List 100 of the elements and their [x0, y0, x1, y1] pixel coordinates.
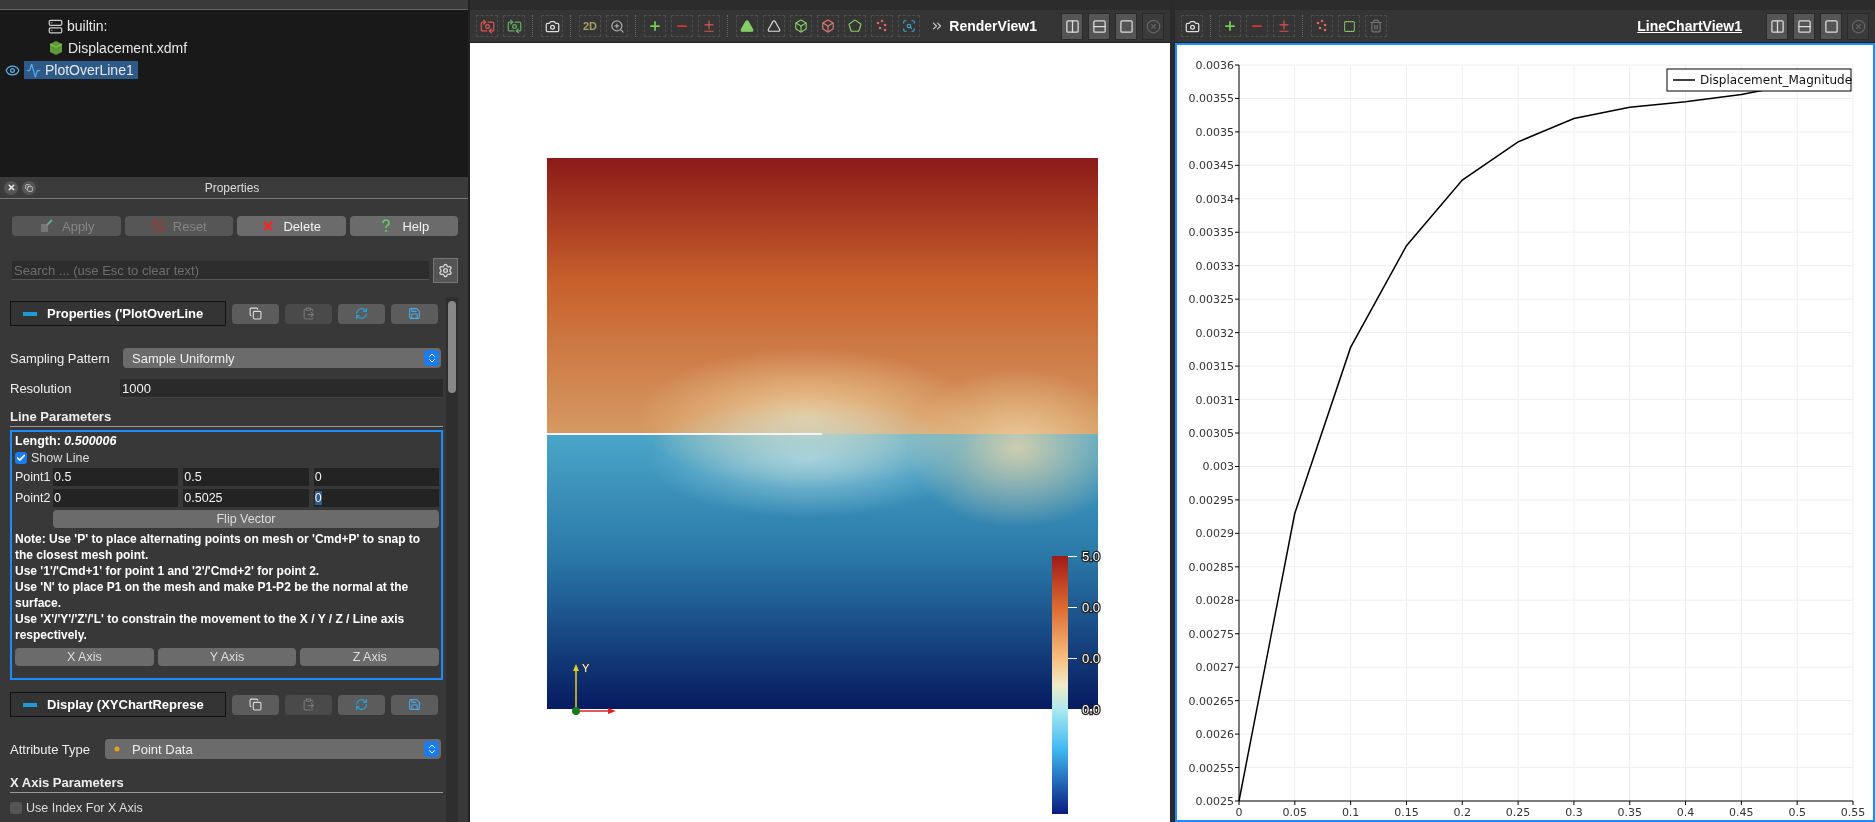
- cube-icon: [794, 19, 808, 33]
- tree-item[interactable]: Displacement.xdmf: [46, 39, 192, 57]
- zoom-box-button[interactable]: [606, 15, 628, 37]
- panel-title: Properties: [203, 180, 261, 195]
- copy-button[interactable]: [232, 303, 279, 324]
- polygon-select-button[interactable]: [844, 15, 866, 37]
- field-label: Resolution: [10, 381, 73, 396]
- split-vertical-button[interactable]: [1088, 12, 1110, 40]
- x-tick-label: 0.25: [1505, 806, 1531, 819]
- maximize-button[interactable]: [1115, 12, 1137, 40]
- copy-icon: [249, 307, 262, 320]
- coordinate-field[interactable]: 0: [53, 489, 179, 507]
- section-header[interactable]: Display (XYChartReprese: [10, 692, 226, 717]
- eye-icon[interactable]: [4, 62, 20, 78]
- axis-button[interactable]: X Axis: [15, 648, 154, 666]
- plus-icon: [648, 19, 662, 33]
- flip-vector-button[interactable]: Flip Vector: [53, 510, 439, 528]
- y-tick-label: 0.0031: [1195, 393, 1234, 407]
- select-box-button[interactable]: [1338, 15, 1360, 37]
- help-button[interactable]: Help: [349, 216, 458, 236]
- square-icon: [1118, 18, 1134, 34]
- screenshot-button[interactable]: [1181, 15, 1203, 37]
- select-points-button[interactable]: [1311, 15, 1333, 37]
- camera-arrows-icon: [479, 18, 495, 34]
- y-tick-label: 0.00285: [1188, 560, 1234, 574]
- copy-button[interactable]: [232, 694, 279, 715]
- search-field[interactable]: Search ... (use Esc to clear text): [12, 261, 429, 280]
- plus-minus-icon: [702, 19, 716, 33]
- y-tick-label: 0.0026: [1195, 728, 1234, 742]
- save-button[interactable]: [391, 303, 438, 324]
- add-button[interactable]: [1219, 15, 1241, 37]
- y-tick-label: 0.00335: [1188, 226, 1234, 240]
- float-button[interactable]: [22, 180, 36, 195]
- y-tick-label: 0.00315: [1188, 360, 1234, 374]
- delete-button[interactable]: Delete: [237, 216, 346, 236]
- sampling-dropdown[interactable]: Sample Uniformly: [123, 348, 441, 368]
- axis-button[interactable]: Y Axis: [157, 648, 297, 666]
- select-points-on-button[interactable]: [871, 15, 893, 37]
- camera-arrows-icon: [506, 18, 522, 34]
- refresh-button[interactable]: [338, 303, 385, 324]
- coordinate-field[interactable]: 0: [313, 489, 439, 507]
- axis-button[interactable]: Z Axis: [300, 648, 439, 666]
- settings-button[interactable]: [433, 258, 458, 283]
- line-plot-icon: [26, 62, 41, 78]
- tree-item[interactable]: builtin:: [46, 17, 112, 35]
- split-vertical-button[interactable]: [1793, 12, 1815, 40]
- screenshot-button[interactable]: [541, 15, 563, 37]
- note-text: Use '1'/'Cmd+1' for point 1 and '2'/'Cmd+2' for point 2.: [15, 563, 321, 579]
- y-tick-label: 0.0032: [1195, 326, 1234, 340]
- cube-icon: [821, 19, 835, 33]
- select-block-button[interactable]: [790, 15, 812, 37]
- paste-icon: [302, 698, 315, 711]
- section-header[interactable]: Properties ('PlotOverLine: [10, 301, 226, 326]
- toggle-button[interactable]: [1273, 15, 1295, 37]
- apply-icon: [38, 218, 54, 234]
- plus-icon: [1223, 19, 1237, 33]
- y-tick-label: 0.00295: [1188, 493, 1234, 507]
- checkbox[interactable]: [15, 452, 27, 464]
- toggle-2d-button[interactable]: 2D: [579, 15, 601, 37]
- tree-item[interactable]: PlotOverLine1: [24, 61, 138, 79]
- coordinate-field[interactable]: 0.5: [53, 468, 179, 486]
- refresh-button[interactable]: [338, 694, 385, 715]
- coordinate-field[interactable]: 0.5025: [183, 489, 309, 507]
- save-button[interactable]: [391, 694, 438, 715]
- select-points-button[interactable]: [763, 15, 785, 37]
- coordinate-field[interactable]: 0.5: [183, 468, 309, 486]
- clear-button[interactable]: [1365, 15, 1387, 37]
- reset-camera-button[interactable]: [476, 15, 498, 37]
- point-label: Point1: [15, 470, 48, 484]
- y-tick-label: 0.0034: [1195, 192, 1234, 206]
- close-icon: [1145, 18, 1161, 34]
- y-tick-label: 0.00275: [1188, 627, 1234, 641]
- search-icon: [902, 19, 916, 33]
- close-icon: [1850, 18, 1866, 34]
- split-horizontal-button[interactable]: [1766, 12, 1788, 40]
- checkbox[interactable]: [10, 802, 22, 814]
- find-points-button[interactable]: [898, 15, 920, 37]
- camera-undo-button[interactable]: [503, 15, 525, 37]
- maximize-button[interactable]: [1820, 12, 1842, 40]
- close-button[interactable]: [4, 180, 18, 195]
- columns-icon: [1769, 18, 1785, 34]
- toggle-button[interactable]: [698, 15, 720, 37]
- gear-icon: [438, 263, 453, 278]
- attribute-dropdown[interactable]: Point Data: [105, 739, 441, 759]
- field-label: Attribute Type: [10, 741, 91, 757]
- checkbox-label: Use Index For X Axis: [26, 801, 143, 815]
- scrollbar[interactable]: [446, 297, 458, 822]
- coordinate-field[interactable]: 0: [313, 468, 439, 486]
- y-tick-label: 0.0029: [1195, 527, 1234, 541]
- resolution-field[interactable]: 1000: [120, 379, 443, 398]
- select-frustum-button[interactable]: [817, 15, 839, 37]
- camera-icon: [1184, 18, 1200, 34]
- select-cells-button[interactable]: [736, 15, 758, 37]
- y-tick-label: 0.00355: [1188, 92, 1234, 106]
- split-horizontal-button[interactable]: [1061, 12, 1083, 40]
- field-label: Sampling Pattern: [10, 350, 111, 366]
- add-button[interactable]: [644, 15, 666, 37]
- x-tick-label: 0.1: [1341, 806, 1360, 819]
- save-icon: [408, 698, 421, 711]
- y-tick-label: 0.0033: [1195, 259, 1234, 273]
